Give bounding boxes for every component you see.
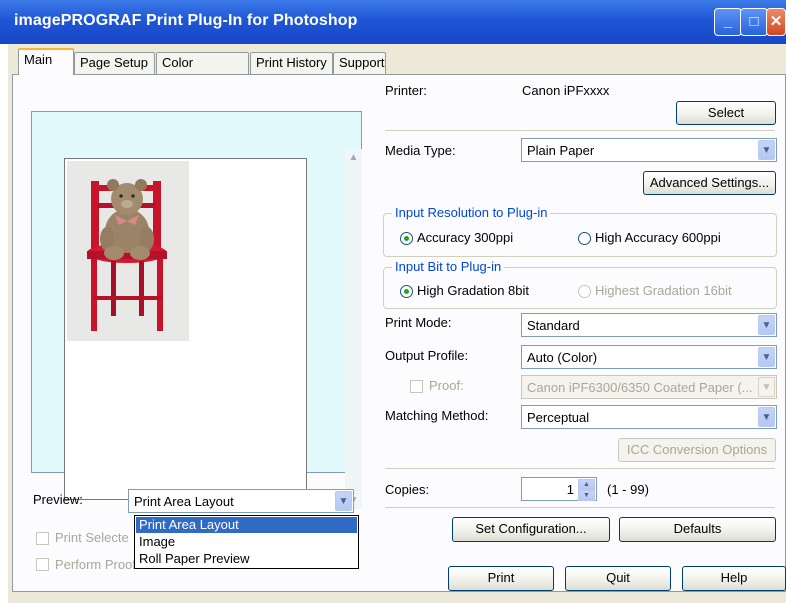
advanced-settings-button[interactable]: Advanced Settings... xyxy=(643,171,776,195)
accuracy-300-radio[interactable] xyxy=(400,232,413,245)
output-profile-label: Output Profile: xyxy=(385,348,469,363)
icc-conversion-options-button[interactable]: ICC Conversion Options xyxy=(618,438,776,462)
tab-main[interactable]: Main xyxy=(18,48,74,75)
copies-spinner[interactable]: ▲ ▼ xyxy=(578,478,595,502)
defaults-button[interactable]: Defaults xyxy=(619,517,776,542)
gradation-16bit-label: Highest Gradation 16bit xyxy=(595,283,732,298)
media-type-select[interactable]: Plain Paper ▼ xyxy=(521,138,777,162)
separator xyxy=(385,130,775,131)
tab-print-history[interactable]: Print History xyxy=(250,52,333,74)
print-mode-value: Standard xyxy=(527,318,580,333)
gradation-8bit-label: High Gradation 8bit xyxy=(417,283,530,298)
proof-value: Canon iPF6300/6350 Coated Paper (... xyxy=(527,380,753,395)
output-profile-select[interactable]: Auto (Color) ▼ xyxy=(521,345,777,369)
window-title: imagePROGRAF Print Plug-In for Photoshop xyxy=(14,12,358,29)
help-button[interactable]: Help xyxy=(682,566,786,591)
dropdown-option-image[interactable]: Image xyxy=(136,534,357,550)
gradation-16bit-radio[interactable] xyxy=(578,285,591,298)
scroll-up-icon[interactable]: ▲ xyxy=(345,149,362,166)
output-profile-value: Auto (Color) xyxy=(527,350,598,365)
preview-scrollbar[interactable]: ▲ ▼ xyxy=(345,149,362,509)
input-resolution-title: Input Resolution to Plug-in xyxy=(392,205,551,220)
select-printer-button[interactable]: Select xyxy=(676,101,776,125)
preview-pane: ▲ ▼ xyxy=(31,111,362,509)
chevron-down-icon[interactable]: ▼ xyxy=(335,491,352,511)
tab-support[interactable]: Support xyxy=(333,52,386,74)
preview-label: Preview: xyxy=(33,492,83,507)
proof-label: Proof: xyxy=(429,378,464,393)
quit-button[interactable]: Quit xyxy=(565,566,671,591)
close-button[interactable]: ✕ xyxy=(766,8,786,36)
matching-method-select[interactable]: Perceptual ▼ xyxy=(521,405,777,429)
proof-checkbox[interactable] xyxy=(410,380,423,393)
spin-up-icon[interactable]: ▲ xyxy=(578,479,595,490)
print-button[interactable]: Print xyxy=(448,566,554,591)
chevron-down-icon[interactable]: ▼ xyxy=(758,315,775,335)
media-type-label: Media Type: xyxy=(385,143,456,158)
copies-label: Copies: xyxy=(385,482,430,497)
copies-range: (1 - 99) xyxy=(607,482,649,497)
matching-method-value: Perceptual xyxy=(527,410,590,425)
separator xyxy=(385,507,775,508)
printer-label: Printer: xyxy=(385,83,427,98)
minimize-button[interactable]: _ xyxy=(714,8,742,36)
matching-method-label: Matching Method: xyxy=(385,408,489,423)
chevron-down-icon[interactable]: ▼ xyxy=(758,407,775,427)
chevron-down-icon[interactable]: ▼ xyxy=(758,377,775,397)
chevron-down-icon[interactable]: ▼ xyxy=(758,347,775,367)
copies-input[interactable]: 1 ▲ ▼ xyxy=(521,477,597,501)
main-tab-panel: ▲ ▼ Preview: Print Area Layout ▼ Print S… xyxy=(12,74,786,592)
set-configuration-button[interactable]: Set Configuration... xyxy=(452,517,610,542)
preview-select[interactable]: Print Area Layout ▼ xyxy=(128,489,354,513)
separator xyxy=(385,468,775,469)
preview-select-value: Print Area Layout xyxy=(134,494,234,509)
dropdown-option-print-area-layout[interactable]: Print Area Layout xyxy=(136,517,357,533)
copies-value: 1 xyxy=(566,482,574,497)
perform-proof-checkbox[interactable] xyxy=(36,558,49,571)
media-type-value: Plain Paper xyxy=(527,143,595,158)
print-selected-checkbox[interactable] xyxy=(36,532,49,545)
dropdown-option-roll-paper-preview[interactable]: Roll Paper Preview xyxy=(136,551,357,567)
gradation-8bit-radio[interactable] xyxy=(400,285,413,298)
accuracy-600-radio[interactable] xyxy=(578,232,591,245)
input-bit-title: Input Bit to Plug-in xyxy=(392,259,505,274)
tab-page-setup[interactable]: Page Setup xyxy=(74,52,155,74)
print-mode-select[interactable]: Standard ▼ xyxy=(521,313,777,337)
print-mode-label: Print Mode: xyxy=(385,315,452,330)
printer-name: Canon iPFxxxx xyxy=(522,83,610,98)
proof-select[interactable]: Canon iPF6300/6350 Coated Paper (... ▼ xyxy=(521,375,777,399)
preview-dropdown-list: Print Area Layout Image Roll Paper Previ… xyxy=(134,515,359,569)
maximize-button[interactable]: □ xyxy=(740,8,768,36)
print-selected-label: Print Selecte xyxy=(55,530,129,545)
accuracy-600-label: High Accuracy 600ppi xyxy=(595,230,721,245)
tab-color-settings[interactable]: Color Settings xyxy=(156,52,249,90)
chevron-down-icon[interactable]: ▼ xyxy=(758,140,775,160)
dialog-body: Main Page Setup Color Settings Print His… xyxy=(8,44,786,603)
preview-image xyxy=(67,161,189,341)
teddy-bear-on-chair-image xyxy=(67,161,189,341)
accuracy-300-label: Accuracy 300ppi xyxy=(417,230,514,245)
spin-down-icon[interactable]: ▼ xyxy=(578,490,595,501)
